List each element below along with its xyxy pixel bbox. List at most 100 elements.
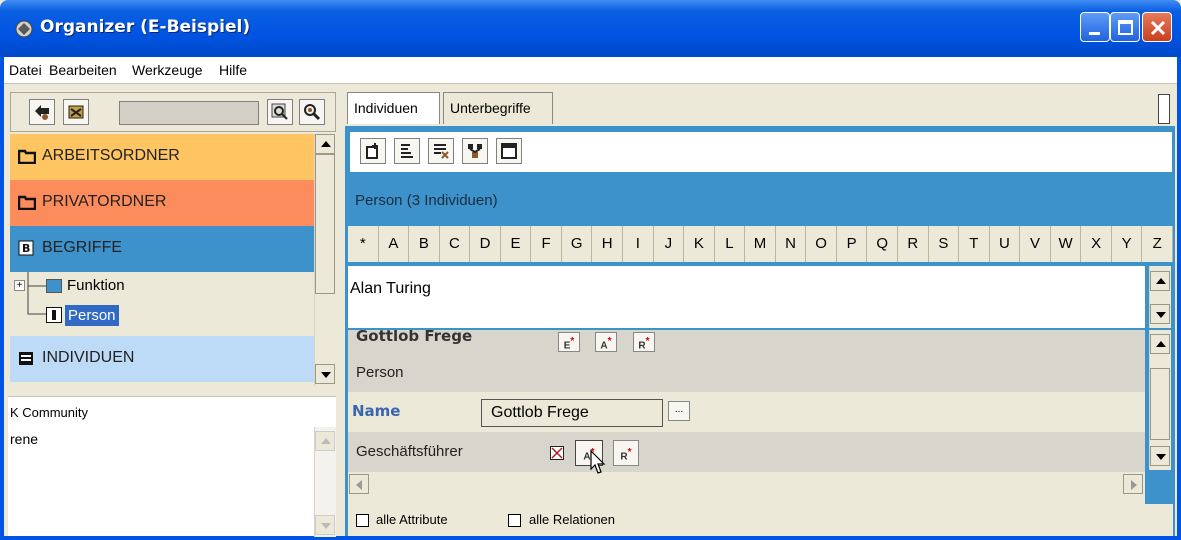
alphabet-letter[interactable]: E bbox=[501, 226, 532, 262]
tree-item-funktion[interactable]: Funktion bbox=[67, 277, 125, 294]
all-attributes-checkbox[interactable] bbox=[356, 514, 369, 527]
all-relations-checkbox[interactable] bbox=[508, 514, 521, 527]
navigation-tree: ARBEITSORDNER PRIVATORDNER B BEGRIFFE + … bbox=[10, 134, 314, 386]
alphabet-letter[interactable]: Z bbox=[1142, 226, 1173, 262]
alphabet-letter[interactable]: M bbox=[745, 226, 776, 262]
alphabet-letter[interactable]: D bbox=[470, 226, 501, 262]
alphabet-letter[interactable]: P bbox=[837, 226, 868, 262]
category-label: BEGRIFFE bbox=[42, 239, 123, 256]
alphabet-letter[interactable]: C bbox=[440, 226, 471, 262]
alphabet-letter[interactable]: A bbox=[379, 226, 410, 262]
alphabet-letter[interactable]: V bbox=[1020, 226, 1051, 262]
category-privatordner[interactable]: PRIVATORDNER bbox=[10, 180, 314, 226]
individual-icon bbox=[46, 307, 62, 323]
menu-hilfe[interactable]: Hilfe bbox=[219, 62, 247, 78]
menu-datei[interactable]: Datei bbox=[9, 62, 42, 78]
menu-bearbeiten[interactable]: Bearbeiten bbox=[49, 62, 117, 78]
filter-icon bbox=[434, 144, 449, 159]
alphabet-letter[interactable]: K bbox=[684, 226, 715, 262]
hierarchy-button[interactable] bbox=[462, 138, 488, 164]
minimize-button[interactable] bbox=[1080, 12, 1110, 42]
category-begriffe[interactable]: B BEGRIFFE bbox=[10, 226, 314, 272]
alphabet-letter[interactable]: Q bbox=[867, 226, 898, 262]
relation-button[interactable]: R* bbox=[613, 440, 639, 466]
new-individual-button[interactable] bbox=[360, 138, 386, 164]
edit-button[interactable]: E* bbox=[558, 332, 580, 352]
list-view-button[interactable] bbox=[394, 138, 420, 164]
tree-scrollbar[interactable] bbox=[314, 134, 336, 386]
community-scrollbar[interactable] bbox=[314, 427, 336, 537]
browse-button[interactable]: ... bbox=[668, 401, 690, 421]
zoom-button[interactable] bbox=[299, 99, 325, 125]
concept-icon bbox=[46, 279, 62, 293]
app-icon bbox=[15, 20, 33, 38]
category-individuen[interactable]: INDIVIDUEN bbox=[10, 336, 314, 382]
scroll-down-button[interactable] bbox=[1150, 304, 1170, 324]
attribute-button[interactable]: A* bbox=[595, 332, 617, 352]
menu-werkzeuge[interactable]: Werkzeuge bbox=[132, 62, 203, 78]
folder-view-button[interactable] bbox=[63, 99, 89, 125]
alphabet-letter[interactable]: R bbox=[898, 226, 929, 262]
scroll-left-button[interactable] bbox=[349, 474, 369, 494]
alphabet-letter[interactable]: * bbox=[348, 226, 379, 262]
alphabet-letter[interactable]: O bbox=[806, 226, 837, 262]
scroll-down-button[interactable] bbox=[315, 364, 335, 384]
remove-relation-icon[interactable] bbox=[550, 446, 564, 460]
filter-field[interactable] bbox=[119, 101, 259, 125]
scroll-up-button[interactable] bbox=[315, 431, 335, 451]
expand-toggle[interactable]: + bbox=[14, 280, 25, 291]
name-field[interactable]: Gottlob Frege bbox=[481, 399, 663, 427]
alphabet-letter[interactable]: U bbox=[990, 226, 1021, 262]
close-button[interactable] bbox=[1142, 12, 1172, 42]
window-border-left bbox=[0, 57, 4, 540]
relation-button[interactable]: R* bbox=[633, 332, 655, 352]
search-button[interactable] bbox=[267, 99, 293, 125]
alphabet-letter[interactable]: G bbox=[562, 226, 593, 262]
alphabet-letter[interactable]: J bbox=[654, 226, 685, 262]
scroll-down-button[interactable] bbox=[315, 515, 335, 535]
detail-vscrollbar[interactable] bbox=[1149, 330, 1171, 470]
tab-unterbegriffe[interactable]: Unterbegriffe bbox=[443, 92, 553, 124]
scroll-down-button[interactable] bbox=[1150, 446, 1170, 466]
alphabet-letter[interactable]: T bbox=[959, 226, 990, 262]
detail-type: Person bbox=[356, 364, 404, 381]
tab-individuen[interactable]: Individuen bbox=[347, 92, 440, 124]
window-view-button[interactable] bbox=[496, 138, 522, 164]
community-user[interactable]: rene bbox=[10, 431, 38, 447]
tree-item-person[interactable]: Person bbox=[65, 305, 119, 326]
left-toolbar bbox=[10, 92, 336, 132]
relation-label: Geschäftsführer bbox=[356, 443, 463, 460]
scroll-right-button[interactable] bbox=[1123, 474, 1143, 494]
scroll-up-button[interactable] bbox=[1150, 271, 1170, 291]
alphabet-letter[interactable]: W bbox=[1051, 226, 1082, 262]
alphabet-letter[interactable]: S bbox=[929, 226, 960, 262]
scroll-up-button[interactable] bbox=[315, 134, 335, 154]
maximize-button[interactable] bbox=[1110, 12, 1140, 42]
alphabet-letter[interactable]: L bbox=[715, 226, 746, 262]
alphabet-letter[interactable]: H bbox=[592, 226, 623, 262]
list-item[interactable]: Alan Turing bbox=[350, 280, 431, 298]
alphabet-letter[interactable]: B bbox=[409, 226, 440, 262]
window-title: Organizer (E-Beispiel) bbox=[40, 17, 251, 37]
back-button[interactable] bbox=[29, 99, 55, 125]
panel-corner-control[interactable] bbox=[1158, 94, 1170, 124]
scroll-thumb[interactable] bbox=[315, 154, 335, 294]
box-icon bbox=[68, 105, 84, 119]
options-bar: alle Attribute alle Relationen bbox=[348, 504, 1173, 536]
alphabet-letter[interactable]: N bbox=[776, 226, 807, 262]
individuals-list[interactable]: Alan Turing bbox=[348, 266, 1145, 328]
list-icon bbox=[401, 144, 413, 158]
window-border-right bbox=[1177, 57, 1181, 540]
alphabet-letter[interactable]: I bbox=[623, 226, 654, 262]
list-scrollbar[interactable] bbox=[1149, 266, 1171, 328]
detail-hscrollbar[interactable] bbox=[348, 474, 1145, 496]
alphabet-letter[interactable]: F bbox=[531, 226, 562, 262]
scroll-thumb[interactable] bbox=[1150, 368, 1170, 440]
title-bar[interactable]: Organizer (E-Beispiel) bbox=[0, 0, 1181, 57]
alphabet-letter[interactable]: X bbox=[1081, 226, 1112, 262]
filter-button[interactable] bbox=[428, 138, 454, 164]
folder-icon bbox=[18, 149, 36, 164]
alphabet-letter[interactable]: Y bbox=[1112, 226, 1143, 262]
scroll-up-button[interactable] bbox=[1150, 334, 1170, 354]
category-arbeitsordner[interactable]: ARBEITSORDNER bbox=[10, 134, 314, 180]
